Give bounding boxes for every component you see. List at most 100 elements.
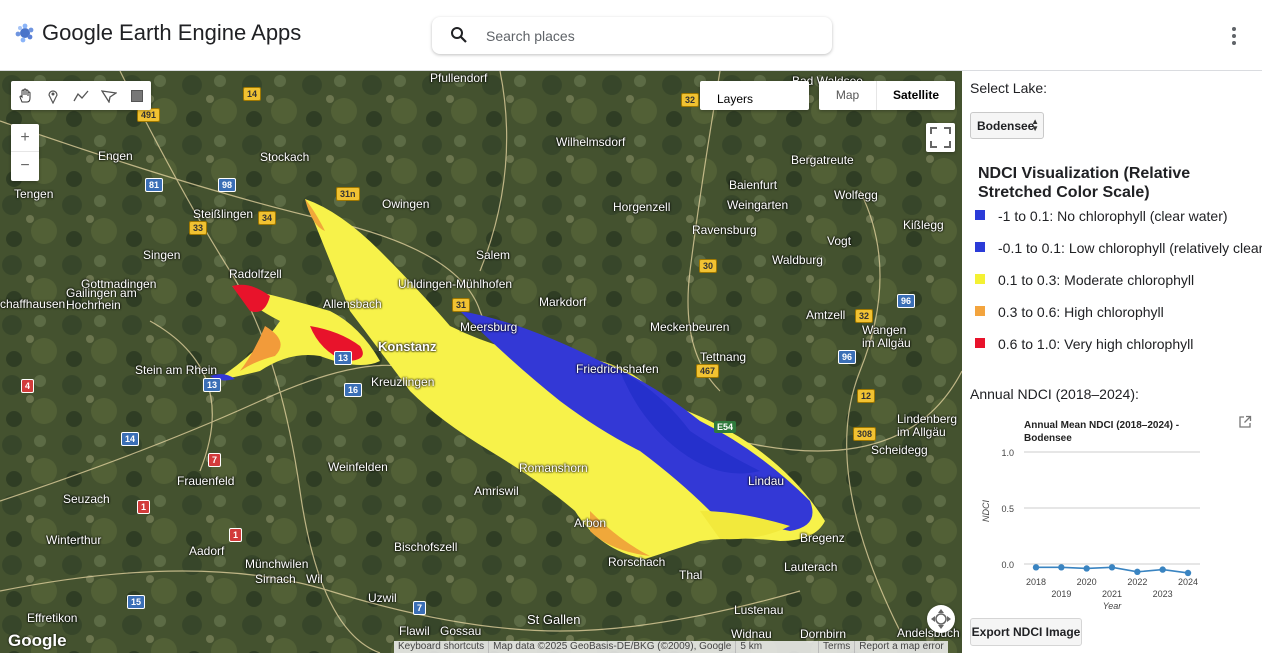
place-label: St Gallen — [527, 612, 581, 627]
road-shield: 34 — [258, 211, 277, 225]
road-shield: 13 — [334, 351, 353, 365]
rectangle-icon[interactable] — [123, 81, 151, 110]
road-shield: E54 — [714, 421, 737, 433]
zoom-out-button[interactable]: − — [11, 152, 39, 180]
data-point — [1134, 568, 1141, 576]
road-shield: 14 — [121, 432, 140, 446]
place-label: Widnau — [731, 627, 772, 641]
place-label: Flawil — [399, 624, 430, 638]
x-tick-label: 2018 — [1026, 577, 1046, 587]
place-label: Steißlingen — [193, 207, 254, 221]
place-label: Thal — [679, 568, 703, 582]
place-label: Weinfelden — [328, 460, 388, 474]
place-label: Horgenzell — [613, 200, 671, 214]
place-label: Allensbach — [323, 297, 382, 311]
place-label: Frauenfeld — [177, 474, 235, 488]
place-label: Tettnang — [700, 350, 747, 364]
road-shield: 7 — [413, 601, 427, 615]
google-logo: Google — [8, 631, 67, 650]
more-vert-icon[interactable] — [1226, 24, 1242, 48]
data-point — [1032, 564, 1040, 571]
legend-swatch — [975, 242, 985, 252]
terms-link[interactable]: Terms — [818, 641, 854, 653]
map-type-satellite-button[interactable]: Satellite — [877, 81, 955, 110]
zoom-in-button[interactable]: + — [11, 124, 39, 152]
place-label: Lustenau — [734, 603, 784, 617]
road-shield: 308 — [853, 427, 877, 441]
place-label: Bergatreute — [791, 153, 854, 167]
road-shield: 4 — [21, 379, 35, 393]
road-shield: 13 — [203, 378, 222, 392]
place-label: Lauterach — [784, 560, 838, 574]
x-tick-label: 2022 — [1127, 577, 1147, 587]
layers-button[interactable]: Layers — [700, 81, 809, 110]
camera-control-icon[interactable] — [927, 605, 955, 633]
place-label: Kißlegg — [903, 218, 944, 232]
zoom-control: + − — [11, 124, 39, 181]
app-title: Google Earth Engine Apps — [42, 20, 302, 45]
lake-select[interactable]: Bodensee ▲ ▼ — [970, 112, 1044, 139]
data-point — [1058, 564, 1065, 571]
place-label: Kreuzlingen — [371, 375, 435, 389]
place-label: Bregenz — [800, 531, 845, 545]
map-view[interactable]: Pfullendorf Bad Waldsee Wilhelmsdorf Eng… — [0, 71, 962, 653]
legend-swatch — [975, 210, 985, 220]
search-icon[interactable] — [450, 26, 468, 44]
legend-swatch — [975, 338, 985, 348]
place-label: Lindenberg im Allgäu — [897, 412, 958, 439]
legend-label: 0.3 to 0.6: High chlorophyll — [998, 304, 1164, 320]
report-error-link[interactable]: Report a map error — [854, 641, 947, 653]
place-label: Arbon — [574, 516, 607, 530]
y-tick-label: 0.0 — [1001, 560, 1014, 570]
map-type-map-button[interactable]: Map — [819, 81, 877, 110]
ndci-line-chart: 1.0 0.5 0.0 2018 2019 2020 2021 2022 2023 2024 Yea… — [981, 448, 1200, 611]
place-label: Wangen im Allgäu — [862, 323, 911, 350]
x-tick-label: 2019 — [1051, 589, 1071, 599]
place-label: Meersburg — [460, 320, 518, 334]
legend-swatch — [975, 306, 985, 316]
legend-label: 0.1 to 0.3: Moderate chlorophyll — [998, 272, 1195, 288]
keyboard-shortcuts-link[interactable]: Keyboard shortcuts — [394, 641, 488, 653]
search-input[interactable] — [486, 25, 816, 47]
open-in-new-icon[interactable] — [1238, 415, 1252, 429]
legend-title: NDCI Visualization (Relative Stretched C… — [978, 165, 1191, 201]
place-label: Friedrichshafen — [576, 362, 659, 376]
drawing-toolbar — [11, 81, 151, 110]
fullscreen-icon[interactable] — [926, 123, 955, 152]
legend-label: -1 to 0.1: No chlorophyll (clear water) — [998, 208, 1228, 224]
export-ndci-button[interactable]: Export NDCI Image — [970, 618, 1082, 646]
point-icon[interactable] — [39, 81, 67, 110]
road-shield: 31n — [336, 187, 360, 201]
place-label: Amriswil — [474, 484, 519, 498]
place-label: Uhldingen-Mühlhofen — [398, 277, 513, 291]
road-shield: 12 — [857, 389, 876, 403]
hand-icon[interactable] — [11, 81, 39, 110]
place-label: Dornbirn — [800, 627, 847, 641]
search-box[interactable] — [432, 17, 832, 54]
x-tick-label: 2024 — [1178, 577, 1198, 587]
place-label: Baienfurt — [729, 178, 778, 192]
place-label: Gailingen am Hochrhein — [66, 286, 137, 312]
place-label: Sirnach — [255, 572, 296, 586]
legend-swatch — [975, 274, 985, 284]
line-icon[interactable] — [67, 81, 95, 110]
scale-bar[interactable]: 5 km — [735, 641, 818, 653]
legend-label: -0.1 to 0.1: Low chlorophyll (relatively… — [998, 240, 1262, 256]
road-shield: 32 — [855, 309, 874, 323]
polygon-icon[interactable] — [95, 81, 123, 110]
place-label: Amtzell — [806, 308, 846, 322]
place-label: Waldburg — [772, 253, 823, 267]
place-label: Pfullendorf — [430, 71, 488, 85]
y-tick-label: 0.5 — [1001, 504, 1014, 514]
place-label: Uzwil — [368, 591, 397, 605]
road-shield: 467 — [696, 364, 720, 378]
place-label: Singen — [143, 248, 181, 262]
x-axis-label: Year — [1103, 601, 1123, 611]
place-label: Tengen — [14, 187, 54, 201]
data-point — [1108, 564, 1116, 571]
y-tick-label: 1.0 — [1001, 448, 1014, 458]
place-label: Wil — [306, 572, 323, 586]
place-label: Meckenbeuren — [650, 320, 730, 334]
place-label: Winterthur — [46, 533, 102, 547]
place-label: Schaffhausen — [0, 297, 66, 311]
